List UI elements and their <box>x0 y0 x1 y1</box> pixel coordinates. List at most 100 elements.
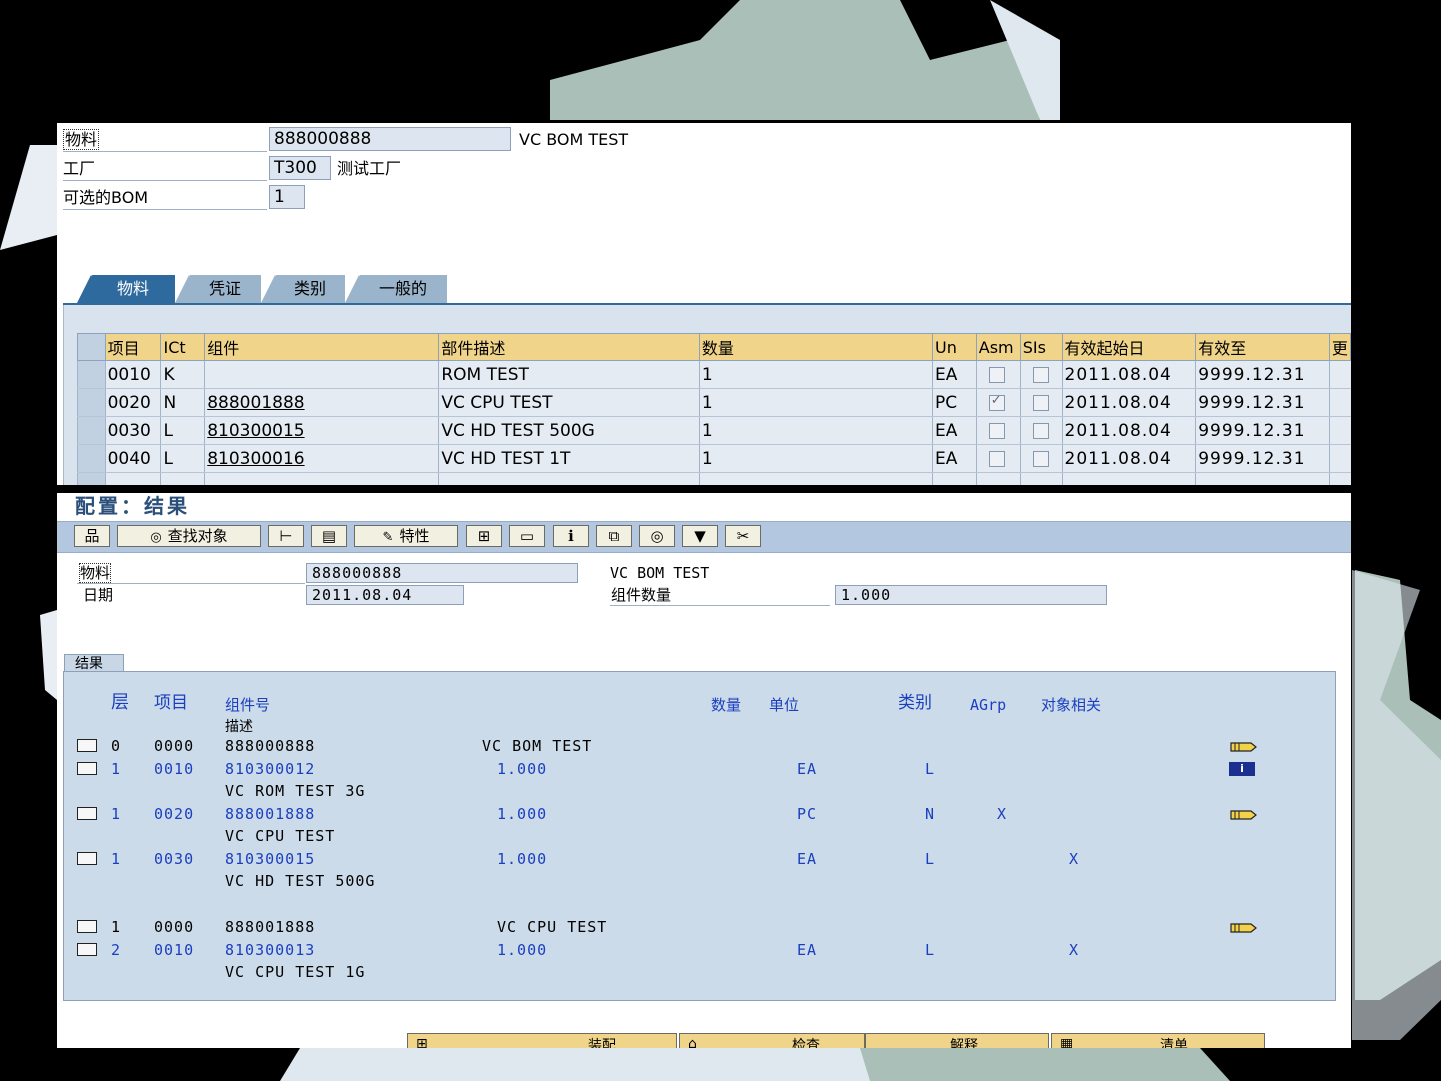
cell-quantity: 1 <box>698 360 933 389</box>
result-component[interactable]: 888001888 <box>225 804 315 824</box>
result-component[interactable]: 810300013 <box>225 940 315 960</box>
cell-component[interactable] <box>204 360 439 389</box>
result-description: VC HD TEST 500G <box>225 872 376 890</box>
row-selector-header[interactable] <box>77 333 106 361</box>
row-selector[interactable] <box>77 388 106 417</box>
plant-field[interactable]: T300 <box>269 156 331 180</box>
info-icon[interactable]: i <box>1229 762 1255 776</box>
tree-button[interactable]: ⊢ <box>268 525 304 547</box>
sis-checkbox[interactable] <box>1032 366 1049 383</box>
tab-general[interactable]: 一般的 <box>345 275 447 303</box>
col-header-unit[interactable]: Un <box>932 333 977 361</box>
wrench-icon: ✂ <box>736 527 750 545</box>
header-quantity: 数量 <box>711 696 742 714</box>
list-button[interactable]: ▦ 清单 <box>1051 1033 1265 1048</box>
cell-component[interactable]: 810300015 <box>204 416 439 445</box>
row-selector[interactable] <box>77 360 106 389</box>
cell-empty <box>104 472 161 485</box>
explain-button[interactable]: 解释 <box>865 1033 1049 1048</box>
cell-valid-to: 9999.12.31 <box>1195 444 1330 473</box>
asm-checkbox[interactable] <box>988 450 1005 467</box>
table-row[interactable]: 0010 K ROM TEST 1 EA 2011.08.04 9999.12.31 <box>77 360 1351 389</box>
row-selector[interactable] <box>77 416 106 445</box>
cell-component[interactable]: 810300016 <box>204 444 439 473</box>
row-select-checkbox[interactable] <box>77 762 97 775</box>
row-select-checkbox[interactable] <box>77 852 97 865</box>
result-description: VC CPU TEST 1G <box>225 963 366 981</box>
col-header-sis[interactable]: SIs <box>1019 333 1063 361</box>
col-header-valid-to[interactable]: 有效至 <box>1195 333 1330 361</box>
expand-button[interactable]: ⊞ <box>466 525 502 547</box>
col-header-asm[interactable]: Asm <box>975 333 1021 361</box>
row-select-checkbox[interactable] <box>77 807 97 820</box>
col-header-component[interactable]: 组件 <box>204 333 440 361</box>
result-component[interactable]: 888001888 <box>225 917 315 937</box>
cell-empty <box>438 472 700 485</box>
pencil-icon[interactable] <box>1229 920 1257 934</box>
col-header-ict[interactable]: ICt <box>160 333 206 361</box>
table-row[interactable]: 0030 L 810300015 VC HD TEST 500G 1 EA 2011.08.… <box>77 416 1351 445</box>
result-dep: X <box>1069 941 1080 959</box>
sis-checkbox[interactable] <box>1032 394 1049 411</box>
cell-sis <box>1019 416 1063 445</box>
result-unit: EA <box>797 760 818 778</box>
characteristics-button[interactable]: ✎ 特性 <box>354 525 458 547</box>
asm-checkbox[interactable] <box>988 393 1005 411</box>
check-button[interactable]: ⌂ 检查 <box>679 1033 865 1048</box>
result-item: 0010 <box>154 941 195 959</box>
result-unit: PC <box>797 805 818 823</box>
sis-checkbox[interactable] <box>1032 450 1049 467</box>
col-header-more[interactable]: 更 <box>1328 333 1351 361</box>
row-select-checkbox[interactable] <box>77 920 97 933</box>
asm-checkbox[interactable] <box>988 422 1005 439</box>
result-item: 0000 <box>154 737 195 755</box>
info-button[interactable]: ℹ <box>553 525 589 547</box>
cell-empty <box>77 472 106 485</box>
settings-button[interactable]: ✂ <box>725 525 761 547</box>
structure-button[interactable]: 品 <box>74 525 110 547</box>
find-object-button[interactable]: ◎ 查找对象 <box>117 525 261 547</box>
filter-button[interactable]: ▼ <box>682 525 718 547</box>
row-select-checkbox[interactable] <box>77 739 97 752</box>
status-button[interactable]: ◎ <box>639 525 675 547</box>
cell-more <box>1328 360 1351 389</box>
col-header-item[interactable]: 项目 <box>104 333 162 361</box>
sis-checkbox[interactable] <box>1032 422 1049 439</box>
tab-document[interactable]: 凭证 <box>175 275 261 303</box>
tab-material[interactable]: 物料 <box>77 275 175 303</box>
cell-component[interactable]: 888001888 <box>204 388 439 417</box>
pencil-icon[interactable] <box>1229 739 1257 753</box>
document-button[interactable]: ▭ <box>509 525 545 547</box>
col-header-quantity[interactable]: 数量 <box>698 333 934 361</box>
col-header-valid-from[interactable]: 有效起始日 <box>1061 333 1197 361</box>
asm-checkbox[interactable] <box>988 366 1005 383</box>
circle-status-icon: ◎ <box>650 527 664 545</box>
table-row[interactable]: 0040 L 810300016 VC HD TEST 1T 1 EA 2011.08.04… <box>77 444 1351 473</box>
tab-category[interactable]: 类别 <box>261 275 345 303</box>
cell-ict: L <box>160 416 205 445</box>
result-component[interactable]: 810300012 <box>225 759 315 779</box>
check-icon: ⌂ <box>688 1036 697 1048</box>
frame-button[interactable]: ▤ <box>311 525 347 547</box>
cell-unit: PC <box>932 388 977 417</box>
assemble-button[interactable]: ⊞ 装配 <box>407 1033 677 1048</box>
result-component[interactable]: 888000888 <box>225 736 315 756</box>
header-category: 类别 <box>898 693 932 713</box>
alt-bom-field[interactable]: 1 <box>269 185 305 209</box>
table-row[interactable]: 0020N888001888VC CPU TEST1PC 2011.08.0499… <box>77 388 1351 417</box>
pencil-icon[interactable] <box>1229 807 1257 821</box>
date-field[interactable]: 2011.08.04 <box>306 585 464 605</box>
copy-button[interactable]: ⧉ <box>596 525 632 547</box>
material-field[interactable]: 888000888 <box>269 127 511 151</box>
material-field[interactable]: 888000888 <box>306 563 578 583</box>
result-component[interactable]: 810300015 <box>225 849 315 869</box>
header-item: 项目 <box>154 693 188 713</box>
cell-empty <box>1195 472 1330 485</box>
cell-item: 0040 <box>104 444 161 473</box>
component-qty-field[interactable]: 1.000 <box>835 585 1107 605</box>
col-header-description[interactable]: 部件描述 <box>438 333 700 361</box>
row-selector[interactable] <box>77 444 106 473</box>
row-select-checkbox[interactable] <box>77 943 97 956</box>
cell-item: 0030 <box>104 416 161 445</box>
cell-description: ROM TEST <box>438 360 700 389</box>
